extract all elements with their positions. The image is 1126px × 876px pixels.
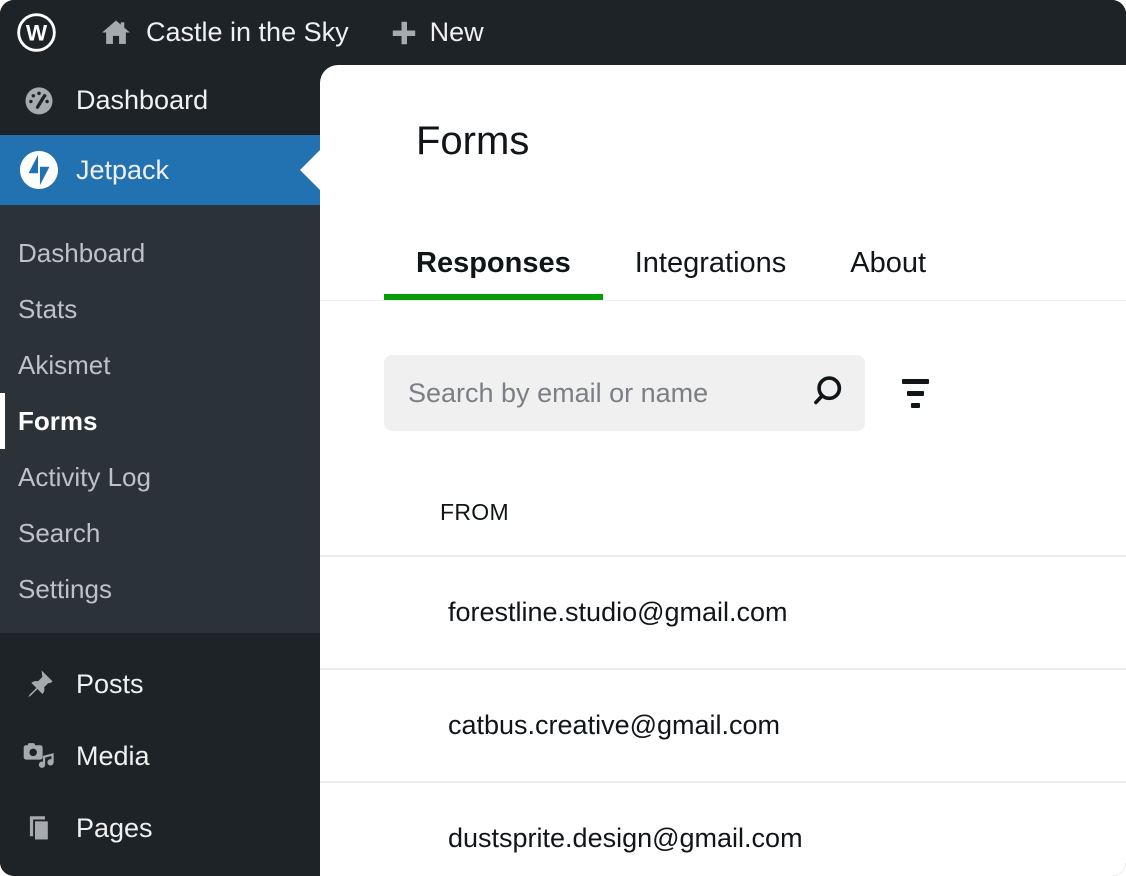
filter-icon	[902, 379, 929, 384]
response-email: catbus.creative@gmail.com	[448, 710, 780, 741]
column-header-from: FROM	[440, 499, 509, 526]
sidebar-item-label: Media	[76, 741, 150, 772]
submenu-item-dashboard[interactable]: Dashboard	[0, 225, 320, 281]
table-row[interactable]: forestline.studio@gmail.com	[320, 557, 1126, 670]
sidebar-item-label: Jetpack	[76, 155, 169, 186]
jetpack-submenu: Dashboard Stats Akismet Forms Activity L…	[0, 205, 320, 633]
svg-text:W: W	[26, 20, 48, 45]
tab-integrations[interactable]: Integrations	[603, 231, 819, 300]
current-menu-arrow	[300, 149, 321, 191]
admin-bar-new-button[interactable]: New	[389, 17, 484, 48]
sidebar-item-pages[interactable]: Pages	[0, 792, 320, 864]
sidebar-bottom-group: Posts Media	[0, 633, 320, 864]
home-icon	[99, 17, 133, 49]
media-icon	[20, 737, 58, 775]
sidebar-item-media[interactable]: Media	[0, 720, 320, 792]
pages-icon	[20, 809, 58, 847]
sidebar-item-posts[interactable]: Posts	[0, 648, 320, 720]
tab-bar: Responses Integrations About	[320, 231, 1126, 301]
submenu-item-forms[interactable]: Forms	[0, 393, 320, 449]
sidebar-item-label: Dashboard	[76, 85, 208, 116]
search-button[interactable]	[807, 371, 847, 415]
dashboard-gauge-icon	[20, 81, 58, 119]
search-box	[384, 355, 865, 431]
submenu-item-akismet[interactable]: Akismet	[0, 337, 320, 393]
search-icon	[808, 372, 846, 415]
sidebar-item-jetpack[interactable]: Jetpack	[0, 135, 320, 205]
sidebar: Dashboard Jetpack Dashboard Stats Akisme…	[0, 65, 320, 876]
tab-about[interactable]: About	[818, 231, 958, 300]
jetpack-icon	[20, 151, 58, 189]
sidebar-item-label: Pages	[76, 813, 153, 844]
site-name: Castle in the Sky	[146, 17, 349, 48]
response-email: forestline.studio@gmail.com	[448, 597, 788, 628]
filter-button[interactable]	[887, 365, 943, 421]
table-row[interactable]: dustsprite.design@gmail.com	[320, 783, 1126, 876]
response-email: dustsprite.design@gmail.com	[448, 823, 803, 854]
admin-bar-site-link[interactable]: Castle in the Sky	[99, 17, 349, 49]
table-row[interactable]: catbus.creative@gmail.com	[320, 670, 1126, 783]
pushpin-icon	[20, 665, 58, 703]
tab-responses[interactable]: Responses	[384, 231, 603, 300]
wordpress-logo-icon[interactable]: W	[16, 12, 57, 53]
plus-icon	[389, 18, 419, 48]
submenu-item-stats[interactable]: Stats	[0, 281, 320, 337]
submenu-item-activity-log[interactable]: Activity Log	[0, 449, 320, 505]
submenu-item-search[interactable]: Search	[0, 505, 320, 561]
responses-toolbar	[320, 355, 1126, 431]
new-label: New	[430, 17, 484, 48]
submenu-item-settings[interactable]: Settings	[0, 561, 320, 617]
search-input[interactable]	[406, 377, 807, 410]
page-title: Forms	[416, 117, 1126, 165]
table-header: FROM	[320, 431, 1126, 557]
sidebar-item-label: Posts	[76, 669, 144, 700]
main-content: Forms Responses Integrations About	[320, 65, 1126, 876]
admin-bar: W Castle in the Sky New	[0, 0, 1126, 65]
jetpack-forms-screen: W Castle in the Sky New	[0, 0, 1126, 876]
sidebar-item-dashboard[interactable]: Dashboard	[0, 65, 320, 135]
